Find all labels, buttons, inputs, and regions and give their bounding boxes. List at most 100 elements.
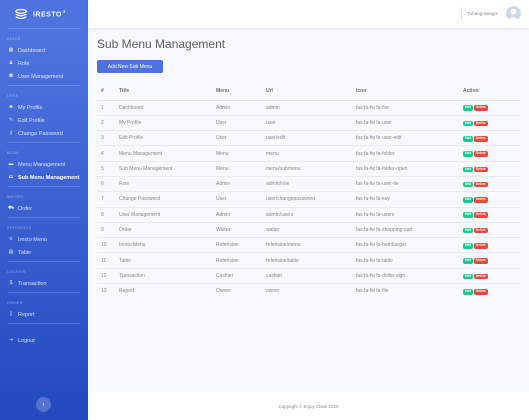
- table-cell: Iresto Menu: [119, 237, 216, 253]
- table-cell: 5: [97, 160, 119, 177]
- table-cell: Order: [119, 221, 216, 238]
- delete-button[interactable]: Delete: [474, 105, 488, 111]
- table-cell: Menu: [216, 145, 266, 162]
- edit-button[interactable]: Edit: [463, 212, 474, 219]
- table-row: 3 Edit Profile User user/edit fas fa-fw fa-u…: [97, 130, 520, 146]
- sidebar-item-label: Transaction: [18, 280, 47, 287]
- add-sub-menu-button[interactable]: Add New Sub Menu: [97, 60, 163, 73]
- edit-button[interactable]: Edit: [463, 151, 474, 157]
- column-header: Title: [119, 82, 216, 101]
- table-row: 12 Transaction Cashier cashier fas fa-fw fa-…: [97, 267, 520, 284]
- edit-button[interactable]: Edit: [463, 258, 474, 264]
- table-cell: Refension: [216, 252, 266, 269]
- brand-name: IRESTO3: [33, 9, 66, 19]
- column-header: Icon: [356, 82, 463, 101]
- edit-button[interactable]: Edit: [463, 120, 474, 127]
- column-header: Action: [463, 82, 520, 101]
- sidebar-item-user-management[interactable]: ⚉ User Management: [0, 70, 88, 83]
- table-row: 9 Order Waiter waiter fas fa-fw fa-shopping-…: [97, 221, 520, 238]
- delete-button[interactable]: Delete: [474, 181, 488, 188]
- sidebar-item-order[interactable]: ⛟ Order: [0, 202, 88, 215]
- table-cell: user/edit: [266, 130, 356, 146]
- table-cell: 4: [97, 145, 119, 162]
- sidebar-item-logout[interactable]: ⇥ Logout: [0, 334, 88, 347]
- table-cell: Admin: [216, 175, 266, 192]
- sidebar-item-label: My Profile: [18, 104, 43, 111]
- user-tie-icon: ♟: [8, 60, 14, 66]
- table-cell: user: [266, 114, 356, 131]
- edit-button[interactable]: Edit: [463, 166, 474, 173]
- table-cell: Change Password: [119, 191, 216, 208]
- action-cell: Edit Delete: [463, 252, 520, 269]
- table-row: 1 Dashboard Admin admin fas fa-fw fa-fire Ed…: [97, 99, 520, 116]
- delete-button[interactable]: Delete: [474, 166, 488, 173]
- table-cell: waiter: [266, 221, 356, 238]
- table-cell: User: [216, 114, 266, 131]
- sidebar-item-transaction[interactable]: $ Transaction: [0, 277, 88, 290]
- delete-button[interactable]: Delete: [474, 258, 488, 264]
- topbar: Tubang Neagor: [88, 0, 529, 28]
- table-row: 5 Sub Menu Management Menu menu/submenu fas …: [97, 160, 520, 177]
- edit-button[interactable]: Edit: [463, 181, 474, 188]
- edit-button[interactable]: Edit: [463, 135, 474, 142]
- sidebar-item-my-profile[interactable]: ☻ My Profile: [0, 101, 88, 114]
- table-cell: fas fa-fw fa-fire: [356, 99, 463, 116]
- delete-button[interactable]: Delete: [474, 197, 488, 203]
- delete-button[interactable]: Delete: [474, 243, 488, 249]
- table-cell: 6: [97, 175, 119, 192]
- copyright-text: Copyright © Enjoy Class 2020: [278, 403, 339, 409]
- sidebar-item-sub-menu-management[interactable]: ▭ Sub Menu Management: [0, 171, 88, 184]
- edit-button[interactable]: Edit: [463, 289, 474, 295]
- column-header: #: [97, 82, 119, 101]
- edit-button[interactable]: Edit: [463, 227, 474, 234]
- dollar-sign-icon: $: [9, 280, 13, 286]
- brand[interactable]: IRESTO3: [0, 0, 88, 28]
- sidebar-item-dashboard[interactable]: ▦ Dashboard: [0, 44, 88, 57]
- sidebar-item-menu-management[interactable]: ▬ Menu Management: [0, 158, 88, 171]
- username[interactable]: Tubang Neagor: [467, 11, 498, 16]
- sidebar-item-label: Table: [18, 249, 32, 256]
- sidebar-item-label: Dashboard: [18, 47, 45, 54]
- table-cell: Transaction: [119, 267, 216, 284]
- sidebar-nav: ADMIN ▦ Dashboard ♟ Role ⚉ User Manageme…: [0, 29, 88, 347]
- table-cell: fas fa-fw fa-users: [356, 206, 463, 223]
- action-cell: Edit Delete: [463, 130, 520, 146]
- table-cell: 9: [97, 221, 119, 238]
- delete-button[interactable]: Delete: [474, 289, 488, 295]
- delete-button[interactable]: Delete: [474, 227, 488, 234]
- edit-button[interactable]: Edit: [463, 243, 474, 249]
- table-row: 11 Table Refension refension/table fas fa-fw…: [97, 252, 520, 269]
- sidebar-item-change-password[interactable]: ⚷ Change Password: [0, 127, 88, 140]
- table-cell: admin/role: [266, 175, 356, 192]
- action-cell: Edit Delete: [463, 237, 520, 253]
- sidebar-item-table[interactable]: ▤ Table: [0, 246, 88, 259]
- topbar-divider: [461, 7, 462, 21]
- sidebar-item-report[interactable]: ▯ Report: [0, 308, 88, 321]
- sidebar-item-edit-profile[interactable]: ✎ Edit Profile: [0, 114, 88, 127]
- sub-menu-table: # Title Menu Url Icon Action 1 Dashboard Admin a…: [97, 82, 520, 299]
- table-cell: fas fa-fw fa-hamburger: [356, 237, 463, 253]
- table-cell: Waiter: [216, 221, 266, 238]
- table-cell: 13: [97, 283, 119, 299]
- sidebar-item-iresto-menu[interactable]: ≡ Iresto Menu: [0, 233, 88, 246]
- table-cell: Admin: [216, 206, 266, 223]
- sidebar-toggle-button[interactable]: ‹: [36, 397, 51, 412]
- delete-button[interactable]: Delete: [474, 120, 488, 127]
- table-cell: fas fa-fw fa-file: [356, 283, 463, 299]
- action-cell: Edit Delete: [463, 283, 520, 299]
- delete-button[interactable]: Delete: [474, 135, 488, 142]
- table-cell: User Management: [119, 206, 216, 223]
- delete-button[interactable]: Delete: [474, 151, 488, 157]
- table-cell: cashier: [266, 267, 356, 284]
- table-cell: Menu: [216, 160, 266, 177]
- sidebar-item-label: Report: [18, 311, 35, 318]
- edit-button[interactable]: Edit: [463, 197, 474, 203]
- avatar[interactable]: [506, 6, 521, 21]
- sidebar-item-role[interactable]: ♟ Role: [0, 57, 88, 70]
- delete-button[interactable]: Delete: [474, 273, 488, 280]
- table-cell: 3: [97, 130, 119, 146]
- edit-button[interactable]: Edit: [463, 273, 474, 280]
- delete-button[interactable]: Delete: [474, 212, 488, 219]
- edit-button[interactable]: Edit: [463, 105, 474, 111]
- table-icon: ▤: [8, 249, 14, 255]
